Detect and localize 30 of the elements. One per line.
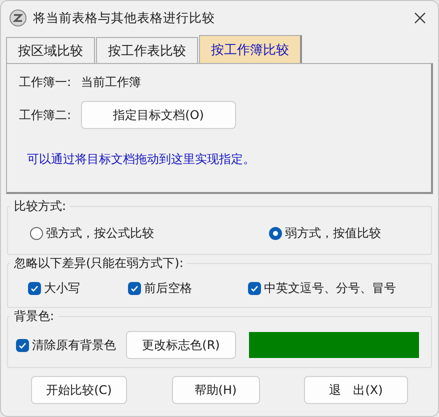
radio-button[interactable] <box>30 227 43 240</box>
group-label: 背景色: <box>13 308 56 325</box>
field-value: 当前工作簿 <box>81 74 142 91</box>
dialog-button[interactable]: 帮助(H) <box>172 376 260 404</box>
app-logo-icon <box>9 9 27 27</box>
checkbox[interactable] <box>128 282 141 295</box>
tab[interactable]: 按工作簿比较 <box>199 35 302 63</box>
dialog-button[interactable]: 开始比较(C) <box>31 376 127 404</box>
field-label: 工作簿二: <box>19 106 72 124</box>
group-label: 忽略以下差异(只能在弱方式下): <box>13 255 184 272</box>
close-icon[interactable] <box>414 12 426 24</box>
tab[interactable]: 按区域比较 <box>6 37 95 63</box>
option-label: 中英文逗号、分号、冒号 <box>264 280 396 297</box>
checkbox[interactable] <box>16 338 29 352</box>
hint-text: 可以通过将目标文档拖动到这里实现指定。 <box>26 151 256 168</box>
dialog-button[interactable]: 退 出(X) <box>304 376 408 404</box>
tab[interactable]: 按工作表比较 <box>96 37 198 63</box>
checkbox[interactable] <box>248 282 261 295</box>
radio-button[interactable] <box>269 227 282 240</box>
group-label: 比较方式: <box>13 198 68 215</box>
option-label: 前后空格 <box>144 280 192 297</box>
option-label: 弱方式，按值比较 <box>285 225 381 242</box>
choose-document-button[interactable]: 指定目标文档(O) <box>81 101 236 129</box>
option-label: 清除原有背景色 <box>32 336 116 354</box>
window-title: 将当前表格与其他表格进行比较 <box>33 10 216 26</box>
checkbox[interactable] <box>28 282 41 295</box>
field-label: 工作簿一: <box>19 74 72 91</box>
change-color-button[interactable]: 更改标志色(R) <box>126 331 236 359</box>
option-label: 大小写 <box>44 280 80 297</box>
option-label: 强方式，按公式比较 <box>46 225 154 242</box>
